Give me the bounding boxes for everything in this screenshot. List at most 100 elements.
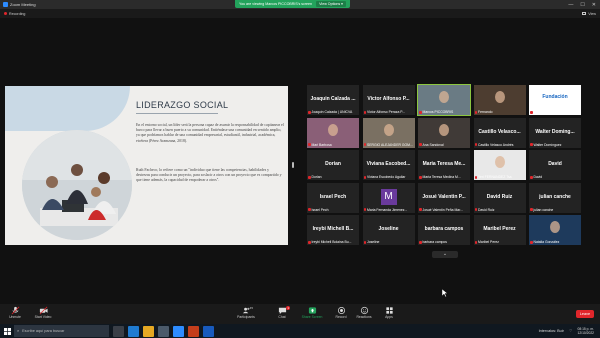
close-button[interactable]: ✕ [592,2,596,8]
participant-tile[interactable]: Viviana Escobed... Viviana Escobedo Aguil… [362,150,415,180]
record-icon [337,306,345,315]
zoom-taskbar-icon[interactable] [173,325,184,337]
participant-display-name: Dorian [325,161,341,167]
participant-tile[interactable]: barbara campos barbara campos [418,215,470,245]
participant-name-label: Maria Fernanda Jimenez... [363,208,407,212]
microphone-muted-icon [474,110,477,114]
microphone-muted-icon [530,208,533,211]
view-button[interactable]: View [582,12,596,16]
participant-tile[interactable]: Ana Sandoval [418,117,470,148]
participant-face [439,91,449,103]
participant-name-label: Yeri FERNANDEZ Tsa [474,175,512,179]
unmute-button[interactable]: Unmute [0,306,30,319]
participant-tile[interactable]: SERGIO ALEJANDER GOM... [362,117,415,148]
windows-logo-icon [3,327,11,335]
microphone-muted-icon [419,143,422,146]
share-screen-button[interactable]: Share Screen [297,306,327,319]
taskbar-clock[interactable]: 08:15 p. m. 12/10/2022 [577,327,594,335]
participant-name-label: Dorian [308,175,322,179]
participant-tile[interactable]: David Ruiz David Ruiz [473,182,526,213]
participant-tile[interactable]: M Maria Fernanda Jimenez... [362,182,415,213]
start-video-button[interactable]: Start Video [28,306,58,319]
participant-face [439,123,449,136]
participant-tile[interactable]: Mari Barbosa [307,117,359,148]
participant-tile[interactable]: David David [529,150,581,180]
participant-tile[interactable]: Castillo Velasco... Castillo Velasco Andr… [473,117,526,148]
participant-display-name: Israel Pech [319,193,347,200]
participant-tile[interactable]: Natalia González [529,215,581,245]
participant-tile[interactable]: Joseline Joseline [362,215,415,245]
view-options-button[interactable]: View Options ▾ [316,1,346,7]
participant-face [494,91,505,103]
reactions-icon [360,306,368,315]
participant-name-label: Castillo Velasco Andrés [474,143,513,147]
word-icon[interactable] [203,325,214,337]
participant-tile[interactable]: julian canche julian canche [529,182,581,213]
participant-face [494,156,505,168]
participant-name-label: Walter Domínguez [530,143,561,147]
powerpoint-icon[interactable] [188,325,199,337]
participant-tile[interactable]: Fernando [473,85,526,115]
apps-icon [385,307,393,314]
leave-button[interactable]: Leave [576,310,594,318]
task-view-icon[interactable] [113,325,124,337]
participant-tile[interactable]: Israel Pech Israel Pech [307,182,359,213]
participant-tile[interactable]: Yeri FERNANDEZ Tsa [473,150,526,180]
microphone-muted-icon [308,175,311,179]
maximize-button[interactable]: ☐ [580,2,584,8]
participant-name-label: David [530,175,542,179]
participant-tile[interactable]: Josué Valentin P... Josué Valentín Peña M… [418,182,470,213]
participant-name-label: Natalia González [530,240,559,244]
participant-name-label: Ana Sandoval [419,143,444,147]
participant-display-name: Joseline [378,226,399,232]
tray-status-text: Intervalos: Buir [538,329,564,333]
share-banner: You are viewing Marcos PICCOBRIS's scree… [235,0,350,8]
chat-button[interactable]: Chat 1 [267,306,297,319]
participant-display-name: Joaquin Calzada ... [310,96,356,102]
taskbar-search-box[interactable]: ⌕ Escribe aquí para buscar [14,325,109,337]
participant-tile[interactable]: Victor Alfonso P... Victor Alfonso Peraza… [362,85,415,115]
chat-icon [278,307,286,315]
microphone-muted-icon [308,143,311,146]
participant-tile[interactable]: Fundación Fundación [529,85,581,115]
participant-name-label: David Ruiz [474,208,494,212]
participant-name-label: Joaquín Calzada | UNICVA [308,110,352,114]
store-icon[interactable] [158,325,169,337]
participants-button[interactable]: Participants 45 [231,306,261,319]
participant-name-label: Josué Valentín Peña Mar... [419,208,463,212]
split-resize-handle[interactable] [292,162,294,168]
participant-name-label: julian canche [530,208,553,212]
participant-display-name: julian canche [539,193,571,200]
microphone-muted-icon [474,143,477,146]
minimize-button[interactable]: — [568,2,573,8]
participant-tile[interactable]: Walter Doming... Walter Domínguez [529,117,581,148]
microphone-muted-icon [363,208,366,211]
meeting-toolbar: Unmute Start Video Participants 45 Chat … [0,304,600,324]
participant-tile[interactable]: Dorian Dorian [307,150,359,180]
participant-name-label: Victor Alfonso Peraza P... [363,110,405,114]
file-explorer-icon[interactable] [143,325,154,337]
participant-tile[interactable]: Maribel Perez Maribel Perez [473,215,526,245]
participant-name-label: Fernando [474,110,493,114]
participant-tile[interactable]: Marcos PICCOBRIS [417,84,471,116]
microphone-muted-icon [308,208,311,211]
gallery-next-page-button[interactable]: ⌄ [432,251,458,258]
microphone-muted-icon [308,110,311,114]
participant-face [328,123,338,136]
participant-tile[interactable]: Maria Teresa Me... Maria Teresa Medina M.… [418,150,470,180]
participant-tile[interactable]: Joaquin Calzada ... Joaquín Calzada | UNI… [307,85,359,115]
network-icon[interactable]: ⌔ [569,329,573,334]
slide-decoration [5,86,130,131]
participant-name-label: SERGIO ALEJANDER GOM... [363,143,413,147]
edge-browser-icon[interactable] [128,325,139,337]
participant-name-label: Ireybi Michell Bolaina Bu... [308,240,351,244]
zoom-meeting-window: Zoom Meeting — ☐ ✕ You are viewing Marco… [0,0,600,338]
share-screen-icon [308,307,316,314]
microphone-muted-icon [419,240,422,244]
windows-start-button[interactable] [0,324,14,338]
apps-button[interactable]: Apps [374,306,404,319]
participant-tile[interactable]: Ireybi Michell B... Ireybi Michell Bolain… [307,215,359,245]
fundacion-logo: Fundación [542,94,568,100]
microphone-muted-icon [530,175,533,179]
recording-bar: Recording View [0,9,600,18]
